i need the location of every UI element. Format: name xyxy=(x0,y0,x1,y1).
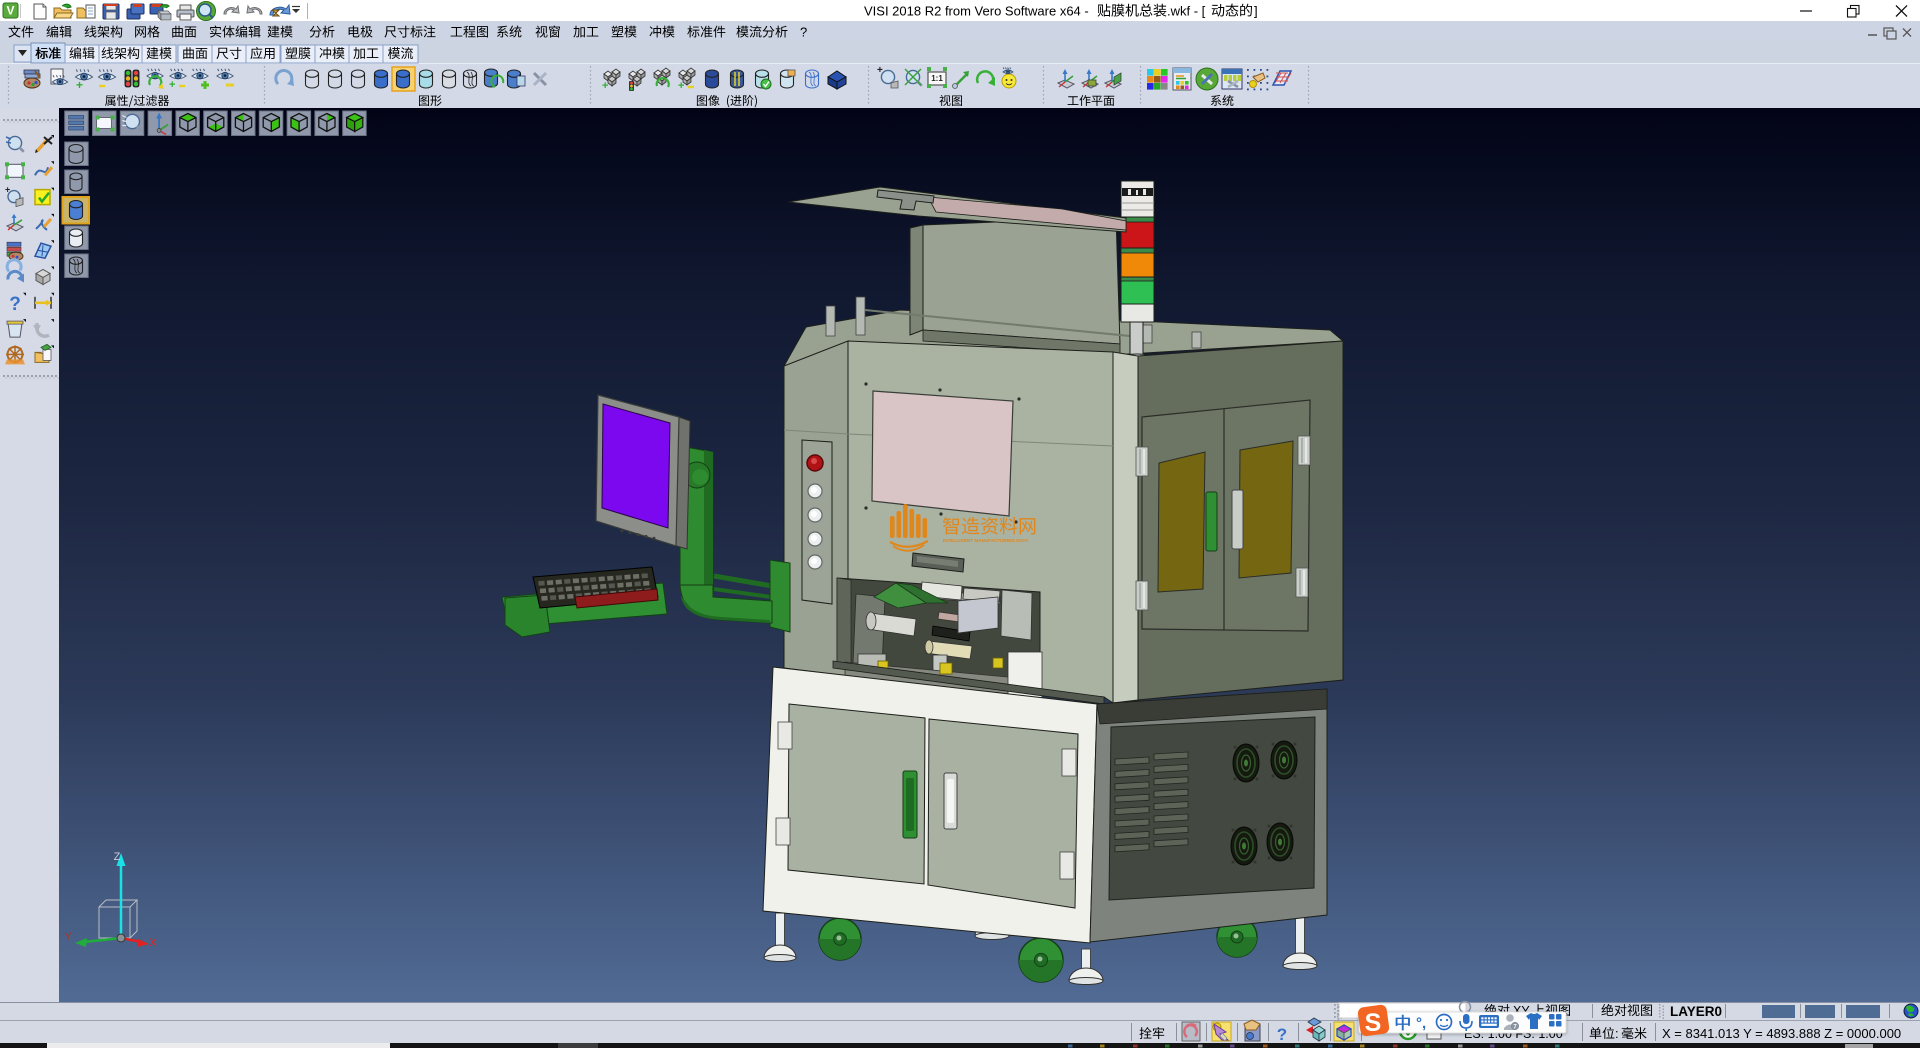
svg-text:VISI 2018 R2 from Vero Softwar: VISI 2018 R2 from Vero Software x64 - xyxy=(864,4,1089,19)
svg-text:]: ] xyxy=(1254,4,1258,19)
svg-text:V: V xyxy=(6,4,14,18)
svg-text:°,: °, xyxy=(1416,1015,1426,1032)
svg-text:INTELLIGENT MANUFACTURING DATA: INTELLIGENT MANUFACTURING DATA xyxy=(943,538,1029,543)
svg-text:X = 8341.013 Y = 4893.888 Z =: X = 8341.013 Y = 4893.888 Z = 0000.000 xyxy=(1662,1026,1901,1041)
svg-text:+: + xyxy=(169,79,175,91)
svg-text:Y: Y xyxy=(64,931,72,943)
svg-text:.wkf - [: .wkf - [ xyxy=(1167,4,1206,19)
svg-text:?: ? xyxy=(800,25,807,40)
svg-text:LAYER0: LAYER0 xyxy=(1670,1004,1722,1019)
svg-text:X: X xyxy=(149,937,157,949)
svg-text:?: ? xyxy=(1277,1025,1287,1044)
svg-text::: : xyxy=(1615,1026,1619,1041)
svg-text:S: S xyxy=(1365,1009,1382,1037)
svg-text:+: + xyxy=(602,80,608,92)
svg-text:1:1: 1:1 xyxy=(931,74,943,83)
svg-text:+: + xyxy=(5,185,10,195)
svg-text:+: + xyxy=(678,80,684,92)
svg-text:?: ? xyxy=(9,294,21,315)
svg-text:+: + xyxy=(76,78,83,92)
svg-text:Z: Z xyxy=(114,851,121,863)
